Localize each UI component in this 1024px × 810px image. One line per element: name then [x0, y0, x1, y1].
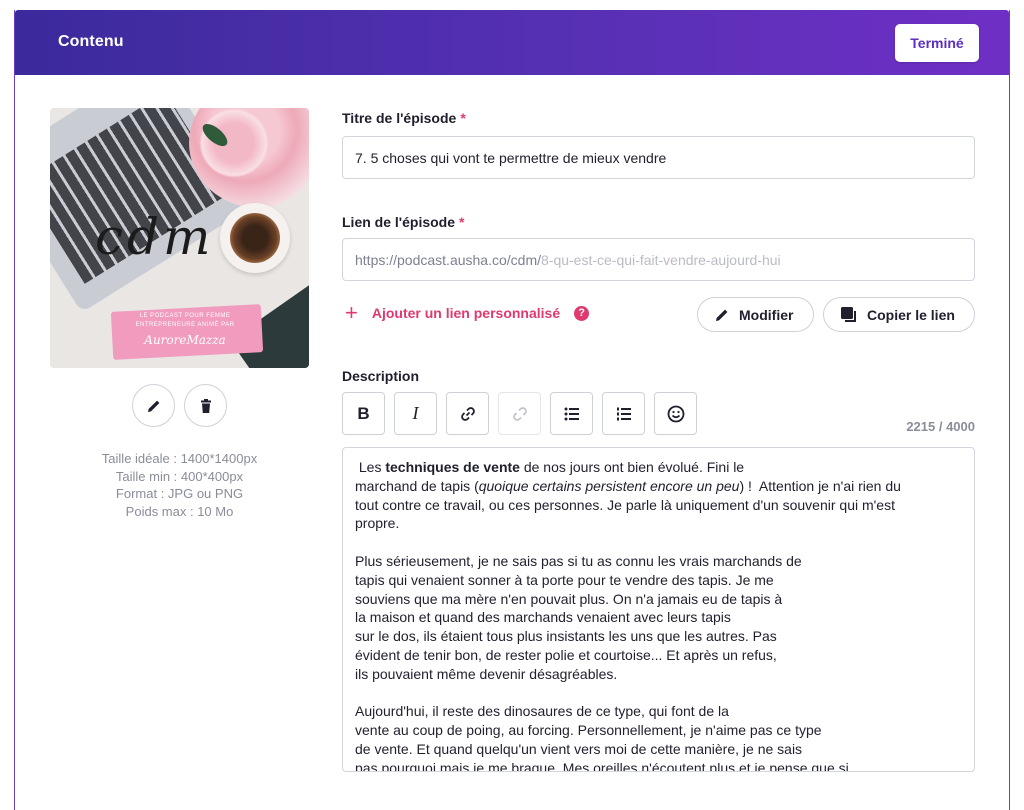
episode-title-value: 7. 5 choses qui vont te permettre de mie… [355, 149, 667, 166]
max-weight-text: Poids max : 10 Mo [125, 503, 234, 519]
text: vente au coup de poing, au forcing. Pers… [355, 722, 822, 739]
text: la maison et quand des marchands venaien… [355, 609, 731, 626]
link-button[interactable] [446, 392, 489, 435]
modify-button[interactable]: Modifier [697, 297, 814, 332]
numbered-list-icon [616, 407, 631, 420]
link-label: Lien de l'épisode * [342, 214, 464, 230]
link-icon [460, 406, 475, 421]
description-paragraph-3: Aujourd'hui, il reste des dinosaures de … [355, 702, 962, 772]
edit-image-button[interactable] [132, 384, 175, 427]
numbered-list-button[interactable] [602, 392, 645, 435]
emoji-icon [667, 405, 684, 422]
panel-header: Contenu Terminé [15, 10, 1009, 75]
bullet-list-icon [564, 407, 579, 420]
italic-icon: I [412, 403, 419, 423]
done-button[interactable]: Terminé [895, 24, 979, 62]
character-counter: 2215 / 4000 [906, 419, 975, 434]
title-label: Titre de l'épisode * [342, 110, 466, 126]
text: ils pouvaient même devenir désagréables. [355, 665, 618, 682]
episode-cover-image: cdm LE PODCAST POUR FEMME ENTREPRENEURE … [50, 108, 309, 368]
text: Aujourd'hui, il reste des dinosaures de … [355, 703, 729, 720]
text: pas pourquoi mais je me braque. Mes orei… [355, 759, 849, 772]
content-panel: Contenu Terminé cdm LE PODCAST POUR FEMM… [14, 10, 1010, 810]
title-label-text: Titre de l'épisode [342, 110, 457, 126]
link-suffix: 8-qu-est-ce-qui-fait-vendre-aujourd-hui [541, 251, 781, 268]
description-paragraph-1: Les techniques de vente de nos jours ont… [355, 458, 962, 533]
text: tapis qui venaient sonner à ta porte pou… [355, 571, 774, 588]
italic-text: quoique certains persistent encore un pe… [478, 477, 740, 494]
cover-tagline-1: LE PODCAST POUR FEMME [139, 313, 231, 319]
unlink-button[interactable] [498, 392, 541, 435]
text: ) ! Attention je n'ai rien du [739, 477, 901, 494]
required-mark: * [459, 214, 465, 230]
bold-icon: B [357, 403, 370, 423]
text: évident de tenir bon, de rester polie et… [355, 646, 777, 663]
required-mark: * [460, 110, 466, 126]
text: propre. [355, 515, 400, 532]
episode-title-input[interactable]: 7. 5 choses qui vont te permettre de mie… [342, 136, 975, 179]
plus-icon: + [345, 300, 358, 325]
cover-flowers-small [199, 108, 269, 178]
text: Les [355, 459, 386, 475]
italic-button[interactable]: I [394, 392, 437, 435]
copy-link-button[interactable]: Copier le lien [823, 297, 975, 332]
pencil-icon [716, 309, 728, 321]
text: de nos jours ont bien évolué. Fini le [519, 459, 745, 475]
bold-button[interactable]: B [342, 392, 385, 435]
min-size-text: Taille min : 400*400px [115, 468, 244, 484]
unlink-icon [512, 406, 527, 421]
copy-icon [841, 306, 856, 322]
copy-link-label: Copier le lien [867, 306, 955, 323]
cover-tagline-2: ENTREPRENEURE ANIMÉ PAR [135, 322, 235, 328]
description-editor[interactable]: Les techniques de vente de nos jours ont… [342, 447, 975, 772]
cover-author: AuroreMazza [144, 333, 226, 347]
link-label-text: Lien de l'épisode [342, 214, 456, 230]
bullet-list-button[interactable] [550, 392, 593, 435]
modify-label: Modifier [739, 306, 794, 323]
image-requirements: Taille idéale : 1400*1400px Taille min :… [50, 450, 309, 520]
cover-coffee-cup [220, 203, 290, 273]
text: sur le dos, ils étaient tous plus insist… [355, 628, 777, 645]
link-prefix: https://podcast.ausha.co/cdm/ [355, 251, 541, 268]
text: Plus sérieusement, je ne sais pas si tu … [355, 552, 802, 569]
bold-text: techniques de vente [385, 459, 520, 475]
format-text: Format : JPG ou PNG [115, 486, 244, 501]
episode-link-input[interactable]: https://podcast.ausha.co/cdm/8-qu-est-ce… [342, 238, 975, 281]
panel-title: Contenu [58, 33, 124, 50]
text: marchand de tapis ( [355, 477, 479, 494]
add-custom-link-label: Ajouter un lien personnalisé [371, 305, 561, 321]
text: de vente. Et quand quelqu'un vient vers … [355, 740, 803, 757]
description-paragraph-2: Plus sérieusement, je ne sais pas si tu … [355, 552, 962, 684]
description-label: Description [342, 368, 420, 384]
delete-image-button[interactable] [184, 384, 227, 427]
text: souviens que ma mère n'en pouvait plus. … [355, 590, 783, 607]
help-icon[interactable]: ? [574, 305, 590, 321]
text: tout contre ce travail, ou ces personnes… [355, 496, 895, 513]
add-custom-link-button[interactable]: + Ajouter un lien personnalisé ? [345, 300, 590, 325]
trash-icon [200, 398, 211, 413]
ideal-size-text: Taille idéale : 1400*1400px [101, 451, 258, 466]
emoji-button[interactable] [654, 392, 697, 435]
cover-logo-text: cdm [95, 208, 215, 266]
pencil-icon [147, 400, 159, 412]
